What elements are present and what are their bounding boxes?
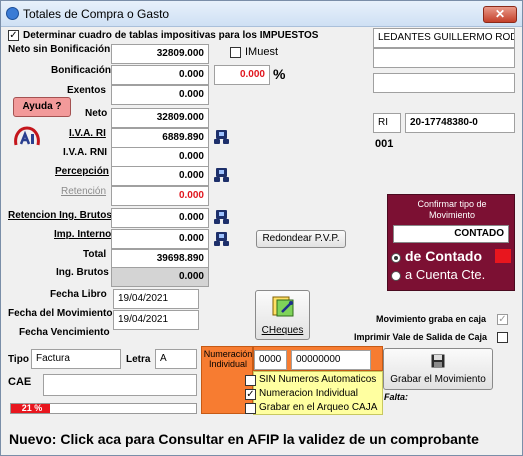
- grabar-arqueo-checkbox[interactable]: [245, 403, 256, 414]
- fecha-vencimiento-label: Fecha Vencimiento: [19, 327, 110, 338]
- iva-ri-field[interactable]: 6889.890: [111, 128, 209, 148]
- fecha-movimiento-field[interactable]: 19/04/2021: [113, 310, 199, 330]
- totales-window: Totales de Compra o Gasto ✕ ✓ Determinar…: [0, 0, 523, 456]
- contado-color-indicator: [495, 249, 511, 263]
- window-title: Totales de Compra o Gasto: [23, 7, 170, 21]
- determinar-label: Determinar cuadro de tablas impositivas …: [23, 30, 319, 41]
- percent-sign: %: [273, 66, 286, 82]
- imuest-percent-field[interactable]: 0.000: [214, 65, 270, 85]
- iva-ri-label: I.V.A. RI: [69, 128, 106, 139]
- afip-logo-icon[interactable]: [12, 125, 42, 147]
- cae-label: CAE: [8, 376, 32, 388]
- ret-ing-brutos-label: Retencion Ing. Brutos: [8, 210, 112, 221]
- cuenta-cte-option-label: a Cuenta Cte.: [405, 267, 486, 282]
- title-bar: Totales de Compra o Gasto ✕: [1, 1, 522, 27]
- ayuda-button[interactable]: Ayuda ?: [13, 97, 71, 117]
- bonificacion-label: Bonificación: [51, 65, 112, 76]
- proveedor-line3-field[interactable]: [373, 73, 515, 93]
- cheques-button[interactable]: CHeques: [255, 290, 310, 340]
- fecha-libro-label: Fecha Libro: [50, 289, 107, 300]
- neto-label: Neto: [85, 108, 108, 119]
- percepcion-label: Percepción: [55, 166, 109, 177]
- retencion-field[interactable]: 0.000: [111, 186, 209, 206]
- cheques-icon: [270, 295, 296, 319]
- fecha-movimiento-label: Fecha del Movimiento: [8, 308, 113, 319]
- cuit-field[interactable]: 20-17748380-0: [405, 113, 515, 133]
- condicion-iva-field[interactable]: RI: [373, 113, 401, 133]
- percepcion-field[interactable]: 0.000: [111, 166, 209, 186]
- proveedor-codigo: 001: [375, 138, 394, 150]
- progress-text: 21 %: [21, 403, 43, 413]
- consultar-afip-link[interactable]: Nuevo: Click aca para Consultar en AFIP …: [9, 431, 479, 447]
- neto-field[interactable]: 32809.000: [111, 108, 209, 128]
- numeracion-individual-checkbox[interactable]: ✓: [245, 389, 256, 400]
- confirmar-movimiento-panel: Confirmar tipo de Movimiento CONTADO de …: [387, 194, 515, 291]
- neto-sin-bonif-label: Neto sin Bonificación: [8, 44, 111, 55]
- numeracion-individual-label: Numeracion Individual: [259, 388, 358, 399]
- calculator-icon[interactable]: [214, 232, 230, 246]
- bonificacion-field[interactable]: 0.000: [111, 65, 209, 85]
- cheques-label: CHeques: [261, 325, 304, 336]
- letra-label: Letra: [126, 354, 151, 365]
- grabar-movimiento-button[interactable]: Grabar el Movimiento: [383, 348, 493, 390]
- total-label: Total: [83, 249, 107, 260]
- tipo-comprobante-field[interactable]: Factura: [31, 349, 121, 369]
- ing-brutos-field: 0.000: [111, 267, 209, 287]
- grabar-arqueo-label: Grabar en el Arqueo CAJA: [259, 402, 378, 413]
- grabar-movimiento-label: Grabar el Movimiento: [390, 374, 486, 385]
- calculator-icon[interactable]: [214, 210, 230, 224]
- imuest-label: IMuest: [245, 46, 279, 58]
- imprimir-vale-checkbox[interactable]: [497, 332, 508, 343]
- confirmar-caption: Confirmar tipo de Movimiento: [417, 199, 487, 220]
- ret-ing-brutos-field[interactable]: 0.000: [111, 208, 209, 228]
- contado-option-label: de Contado: [405, 248, 482, 264]
- progress-bar: 21 %: [10, 403, 197, 414]
- iva-rni-label: I.V.A. RNI: [63, 147, 108, 158]
- imp-interno-label: Imp. Interno: [54, 229, 112, 240]
- mov-graba-caja-checkbox: ✓: [497, 314, 508, 325]
- iva-rni-field[interactable]: 0.000: [111, 147, 209, 167]
- total-field[interactable]: 39698.890: [111, 249, 209, 269]
- fecha-libro-field[interactable]: 19/04/2021: [113, 289, 199, 309]
- contado-radio[interactable]: [391, 253, 401, 263]
- tipo-movimiento-field[interactable]: CONTADO: [393, 225, 509, 243]
- sin-numeros-checkbox[interactable]: [245, 375, 256, 386]
- proveedor-nombre-field[interactable]: LEDANTES GUILLERMO RODC: [373, 28, 515, 48]
- retencion-label: Retención: [61, 186, 107, 197]
- determinar-checkbox[interactable]: ✓: [8, 30, 19, 41]
- letra-field[interactable]: A: [155, 349, 197, 369]
- save-icon: [431, 354, 445, 368]
- cae-field[interactable]: [43, 374, 197, 396]
- falta-label: Falta:: [384, 392, 409, 402]
- calculator-icon[interactable]: [214, 130, 230, 144]
- imuest-checkbox[interactable]: [230, 47, 241, 58]
- numero-comprobante-field[interactable]: 00000000: [291, 350, 371, 370]
- ing-brutos-label: Ing. Brutos: [56, 267, 109, 278]
- redondear-pvp-button[interactable]: Redondear P.V.P.: [256, 230, 346, 248]
- imp-interno-field[interactable]: 0.000: [111, 229, 209, 249]
- proveedor-line2-field[interactable]: [373, 48, 515, 68]
- cuenta-cte-radio[interactable]: [391, 271, 401, 281]
- fecha-vencimiento-field[interactable]: [113, 328, 199, 348]
- app-icon: [6, 7, 19, 20]
- close-button[interactable]: ✕: [483, 6, 517, 23]
- punto-venta-field[interactable]: 0000: [254, 350, 287, 370]
- numeracion-label: Numeración Individual: [203, 349, 253, 369]
- neto-sin-bonif-field[interactable]: 32809.000: [111, 44, 209, 64]
- exentos-label: Exentos: [67, 85, 106, 96]
- calculator-icon[interactable]: [214, 168, 230, 182]
- imprimir-vale-label: Imprimir Vale de Salida de Caja: [354, 332, 488, 342]
- sin-numeros-label: SIN Numeros Automaticos: [259, 374, 377, 385]
- tipo-label: Tipo: [8, 354, 29, 365]
- mov-graba-caja-label: Movimiento graba en caja: [376, 314, 487, 324]
- exentos-field[interactable]: 0.000: [111, 85, 209, 105]
